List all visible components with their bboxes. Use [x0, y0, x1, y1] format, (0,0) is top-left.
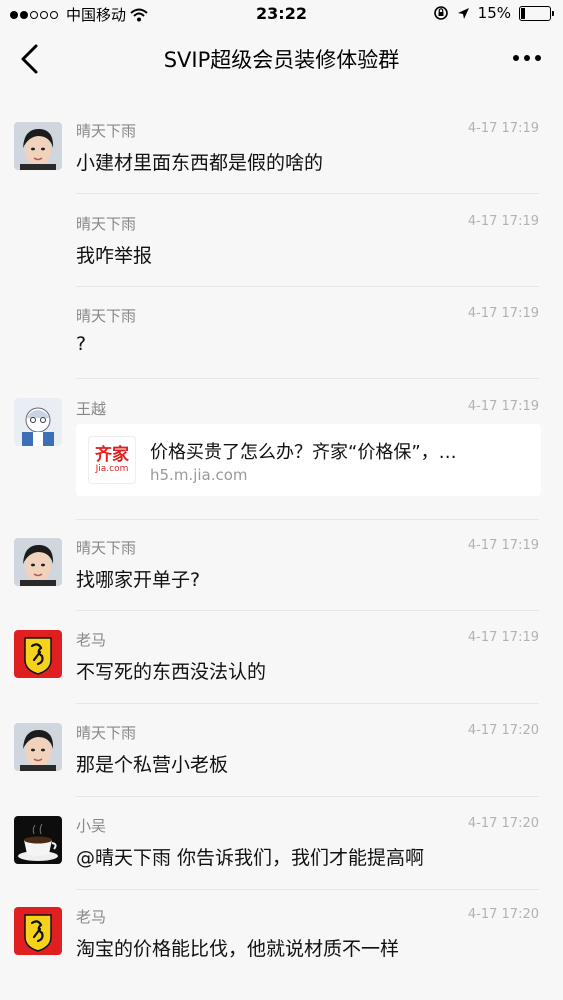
sunny-avatar[interactable] [14, 538, 62, 586]
status-bar: 中国移动 23:22 15% [0, 0, 563, 30]
sender-name: 晴天下雨 [76, 215, 137, 233]
status-right: 15% [433, 4, 554, 22]
more-icon[interactable] [513, 46, 541, 70]
sender-name: 晴天下雨 [76, 122, 137, 140]
message-divider [76, 796, 539, 797]
wangyue-avatar[interactable] [14, 398, 62, 446]
sender-name: 晴天下雨 [76, 307, 137, 325]
card-url: h5.m.jia.com [150, 466, 248, 484]
orientation-lock-icon [433, 6, 448, 20]
message-time: 4-17 17:20 [467, 907, 539, 922]
battery-percent: 15% [477, 4, 511, 22]
message-text[interactable]: ? [76, 333, 86, 355]
sender-name: 小吴 [76, 817, 107, 835]
back-icon[interactable] [16, 42, 46, 76]
battery-fill [521, 7, 526, 19]
message-time: 4-17 17:20 [467, 723, 539, 738]
message-time: 4-17 17:19 [467, 306, 539, 321]
page-title: SVIP超级会员装修体验群 [163, 48, 400, 72]
battery-icon [519, 5, 554, 21]
link-card[interactable]: 齐家 Jia.com 价格买贵了怎么办？齐家“价格保”，… h5.m.jia.c… [76, 424, 541, 496]
message-divider [76, 286, 539, 287]
message-divider [76, 519, 539, 520]
message-text[interactable]: 淘宝的价格能比伐，他就说材质不一样 [76, 934, 399, 961]
coffee-avatar[interactable] [14, 816, 62, 864]
laoma-avatar[interactable] [14, 630, 62, 678]
message-text[interactable]: 小建材里面东西都是假的啥的 [76, 148, 323, 175]
message-divider [76, 610, 539, 611]
sender-name: 王越 [76, 400, 107, 418]
message-text[interactable]: 我咋举报 [76, 241, 152, 268]
nav-bar: SVIP超级会员装修体验群 [0, 30, 563, 88]
message-text[interactable]: 不写死的东西没法认的 [76, 657, 266, 684]
sunny-avatar[interactable] [14, 723, 62, 771]
message-divider [76, 193, 539, 194]
message-text[interactable]: 那是个私营小老板 [76, 750, 228, 777]
logo-domain: Jia.com [95, 464, 129, 474]
message-time: 4-17 17:20 [467, 816, 539, 831]
message-time: 4-17 17:19 [467, 214, 539, 229]
sender-name: 老马 [76, 631, 107, 649]
message-time: 4-17 17:19 [467, 630, 539, 645]
message-divider [76, 889, 539, 890]
sunny-avatar[interactable] [14, 122, 62, 170]
message-time: 4-17 17:19 [467, 538, 539, 553]
location-icon [457, 7, 469, 19]
message-time: 4-17 17:19 [467, 399, 539, 414]
message-time: 4-17 17:19 [467, 121, 539, 136]
sender-name: 晴天下雨 [76, 539, 137, 557]
logo-text: 齐家 [95, 445, 129, 465]
card-title: 价格买贵了怎么办？齐家“价格保”，… [150, 442, 457, 463]
sender-name: 老马 [76, 908, 107, 926]
laoma-avatar[interactable] [14, 907, 62, 955]
message-text[interactable]: 找哪家开单子? [76, 565, 200, 592]
sender-name: 晴天下雨 [76, 724, 137, 742]
message-divider [76, 378, 539, 379]
message-text[interactable]: @晴天下雨 你告诉我们，我们才能提高啊 [76, 843, 424, 870]
message-divider [76, 703, 539, 704]
jia-logo-icon: 齐家 Jia.com [88, 436, 136, 484]
